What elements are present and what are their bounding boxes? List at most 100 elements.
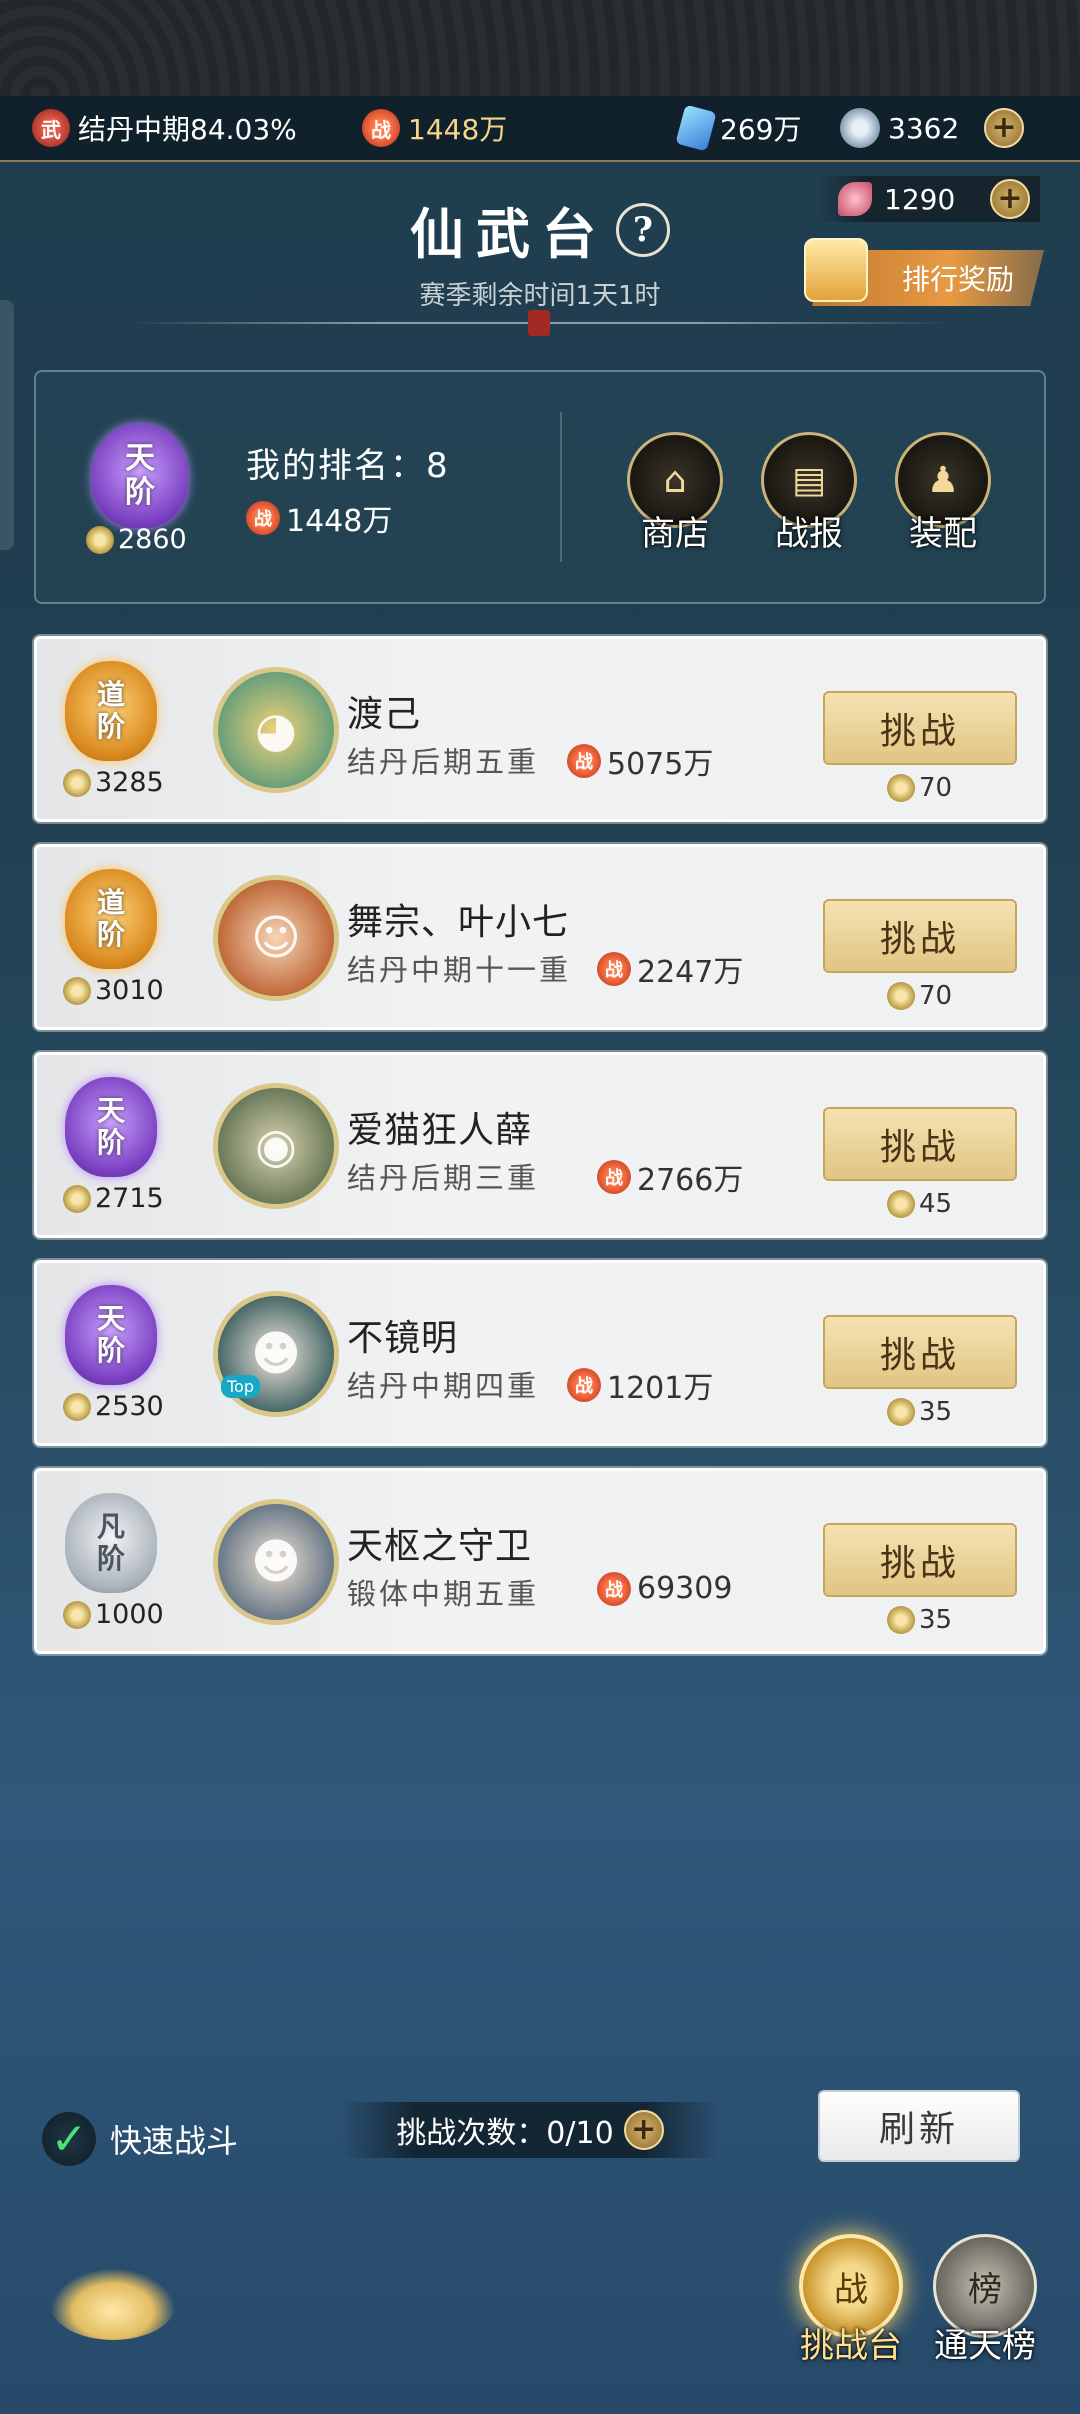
jade-coin-icon <box>840 108 880 148</box>
opponent-tier-badge: 道 阶 <box>65 869 157 969</box>
my-power-value: 1448万 <box>286 504 393 539</box>
opponent-avatar[interactable]: ☻ <box>213 1499 339 1625</box>
quick-fight-toggle[interactable]: ✓ 快速战斗 <box>42 2112 238 2166</box>
opponent-score-value: 3010 <box>95 975 164 1006</box>
jade-coin-resource: 3362 <box>840 108 959 148</box>
opponent-score: 3285 <box>63 767 164 798</box>
tier-top-char: 凡 <box>96 1510 125 1543</box>
panel-separator <box>560 412 562 562</box>
attempts-text: 挑战次数：0/10 <box>396 2116 614 2151</box>
combat-power-icon: 战 <box>362 109 400 147</box>
my-rank-text: 我的排名：8 <box>246 446 450 486</box>
opponent-name: 爱猫狂人薛 <box>347 1110 533 1151</box>
spirit-stone-icon <box>675 104 717 152</box>
opponent-realm: 结丹后期五重 <box>347 745 540 779</box>
cost-coin-icon <box>887 1398 915 1426</box>
spirit-stone-resource: 269万 <box>675 104 801 152</box>
shop-label: 商店 <box>641 514 709 554</box>
tier-top-char: 天 <box>96 1302 125 1335</box>
loadout-button[interactable]: ♟ 装配 <box>888 432 998 555</box>
opponent-realm: 结丹中期十一重 <box>347 953 572 987</box>
title-text: 仙武台 <box>410 202 608 266</box>
opponent-power-value: 1201万 <box>607 1371 714 1406</box>
header-divider <box>130 310 950 336</box>
combat-power-value: 1448万 <box>408 113 508 146</box>
opponent-name: 天枢之守卫 <box>347 1526 533 1567</box>
nav-ladder-tab[interactable]: 榜 通天榜 <box>920 2234 1050 2367</box>
add-attempts-button[interactable]: + <box>623 2110 664 2150</box>
opponent-tier-badge: 天 阶 <box>65 1077 157 1177</box>
nav-arena-tab[interactable]: 战 挑战台 <box>786 2234 916 2367</box>
top-decor-strip <box>0 0 1080 96</box>
challenge-cost-value: 45 <box>919 1189 953 1219</box>
challenge-cost: 70 <box>887 773 952 803</box>
tier-bottom-char: 阶 <box>96 1126 125 1159</box>
opponent-power: 战 69309 <box>597 1571 732 1606</box>
top-badge: Top <box>221 1375 260 1398</box>
opponent-avatar[interactable]: ◕ <box>213 667 339 793</box>
my-tier-badge: 天 阶 <box>92 424 188 528</box>
challenge-button[interactable]: 挑战 <box>823 899 1017 973</box>
opponent-power: 战 5075万 <box>567 739 713 783</box>
jade-coin-value: 3362 <box>888 111 960 145</box>
shop-button[interactable]: ⌂ 商店 <box>620 432 730 555</box>
tier-bottom-char: 阶 <box>125 475 155 510</box>
tier-top-char: 天 <box>125 441 155 476</box>
gift-icon <box>804 238 868 302</box>
opponent-power-value: 5075万 <box>607 747 714 782</box>
add-jade-coin-button[interactable]: + <box>984 108 1024 148</box>
opponent-score: 2530 <box>63 1391 164 1422</box>
opponent-card: 道 阶 3010 ☺ 舞宗、叶小七 结丹中期十一重 战 2247万 挑战 70 <box>34 844 1046 1030</box>
opponent-power-value: 69309 <box>637 1571 733 1606</box>
combat-power-icon: 战 <box>567 1368 601 1402</box>
combat-power-icon: 战 <box>567 744 601 778</box>
opponent-power: 战 2247万 <box>597 947 743 991</box>
challenge-button[interactable]: 挑战 <box>823 1315 1017 1389</box>
side-drawer-tab[interactable] <box>0 300 14 550</box>
opponent-tier-badge: 凡 阶 <box>65 1493 157 1593</box>
tier-bottom-char: 阶 <box>96 1334 125 1367</box>
nav-arena-label: 挑战台 <box>800 2326 902 2366</box>
opponent-avatar[interactable]: ◉ <box>213 1083 339 1209</box>
opponent-power: 战 1201万 <box>567 1363 713 1407</box>
cost-coin-icon <box>887 1606 915 1634</box>
combat-power-icon: 战 <box>246 501 280 535</box>
challenge-cost: 45 <box>887 1189 952 1219</box>
opponent-card: 凡 阶 1000 ☻ 天枢之守卫 锻体中期五重 战 69309 挑战 35 <box>34 1468 1046 1654</box>
challenge-button[interactable]: 挑战 <box>823 1523 1017 1597</box>
opponent-avatar[interactable]: ☻ <box>213 1291 339 1417</box>
opponent-card: 天 阶 2530 ☻ Top 不镜明 结丹中期四重 战 1201万 挑战 35 <box>34 1260 1046 1446</box>
score-coin-icon <box>63 976 91 1005</box>
refresh-button[interactable]: 刷新 <box>818 2090 1020 2162</box>
challenge-button[interactable]: 挑战 <box>823 691 1017 765</box>
opponent-realm: 结丹后期三重 <box>347 1161 540 1195</box>
cultivation-text: 结丹中期84.03% <box>78 113 297 146</box>
my-score: 2860 <box>86 524 187 555</box>
opponent-tier-badge: 天 阶 <box>65 1285 157 1385</box>
cost-coin-icon <box>887 1190 915 1218</box>
tier-bottom-char: 阶 <box>96 1542 125 1575</box>
challenge-cost: 35 <box>887 1605 952 1635</box>
challenge-cost-value: 35 <box>919 1605 953 1635</box>
opponent-score: 3010 <box>63 975 164 1006</box>
opponent-score-value: 2530 <box>95 1391 164 1422</box>
seal-icon <box>528 310 550 336</box>
score-coin-icon <box>63 1392 91 1421</box>
challenge-cost: 70 <box>887 981 952 1011</box>
cloud-menu-icon[interactable] <box>50 2268 176 2340</box>
challenge-cost: 35 <box>887 1397 952 1427</box>
challenge-button[interactable]: 挑战 <box>823 1107 1017 1181</box>
opponent-name: 不镜明 <box>347 1318 459 1359</box>
opponent-avatar[interactable]: ☺ <box>213 875 339 1001</box>
checkmark-icon: ✓ <box>42 2112 96 2166</box>
opponent-realm: 锻体中期五重 <box>347 1577 540 1611</box>
help-button[interactable]: ? <box>616 202 670 257</box>
battle-report-button[interactable]: ▤ 战报 <box>754 432 864 555</box>
score-coin-icon <box>86 525 114 554</box>
rank-reward-label: 排行奖励 <box>901 263 1014 296</box>
opponent-card: 天 阶 2715 ◉ 爱猫狂人薛 结丹后期三重 战 2766万 挑战 45 <box>34 1052 1046 1238</box>
score-coin-icon <box>63 1600 91 1629</box>
tier-bottom-char: 阶 <box>96 710 125 743</box>
combat-power-icon: 战 <box>597 1160 631 1194</box>
tier-top-char: 天 <box>96 1094 125 1127</box>
